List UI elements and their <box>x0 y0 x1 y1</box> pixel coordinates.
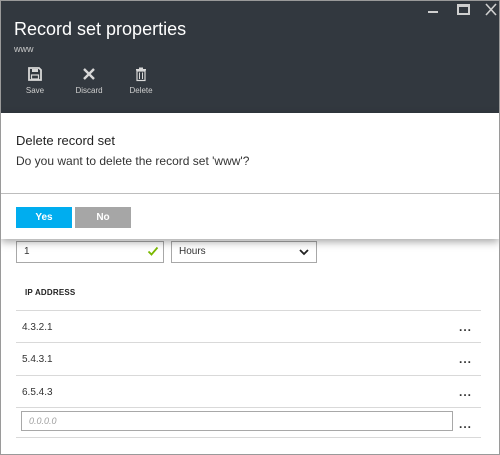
delete-button[interactable]: Delete <box>119 65 163 95</box>
new-ip-address-input[interactable] <box>21 411 453 431</box>
more-options-button[interactable]: ... <box>459 320 472 334</box>
ttl-unit-value: Hours <box>179 246 206 257</box>
ttl-field[interactable]: 1 <box>16 241 164 263</box>
record-set-properties-blade: Record set properties www Save Discard D… <box>0 0 500 455</box>
maximize-icon <box>457 4 470 15</box>
delete-label: Delete <box>129 86 153 95</box>
ip-address-value: 5.4.3.1 <box>22 354 53 365</box>
minimize-icon <box>428 11 438 13</box>
minimize-button[interactable] <box>428 3 438 13</box>
dialog-message: Do you want to delete the record set 'ww… <box>16 154 250 168</box>
trash-icon <box>136 67 146 82</box>
ttl-value: 1 <box>24 246 30 257</box>
ip-address-row: 6.5.4.3 ... <box>16 375 481 407</box>
ip-address-column-header: IP ADDRESS <box>25 288 76 297</box>
discard-icon <box>83 68 95 80</box>
maximize-button[interactable] <box>457 3 470 15</box>
chevron-down-icon <box>299 249 309 256</box>
more-options-button[interactable]: ... <box>459 352 472 366</box>
save-button[interactable]: Save <box>13 65 57 95</box>
ip-address-row: 5.4.3.1 ... <box>16 342 481 374</box>
discard-button[interactable]: Discard <box>67 65 111 95</box>
discard-label: Discard <box>75 86 103 95</box>
ip-address-row: 4.3.2.1 ... <box>16 310 481 342</box>
no-button[interactable]: No <box>75 207 131 228</box>
save-icon <box>28 67 42 81</box>
yes-button[interactable]: Yes <box>16 207 72 228</box>
ip-address-value: 4.3.2.1 <box>22 322 53 333</box>
more-options-button[interactable]: ... <box>459 417 472 431</box>
blade-header: Record set properties www Save Discard D… <box>1 1 499 113</box>
ttl-unit-dropdown[interactable]: Hours <box>171 241 317 263</box>
blade-subtitle: www <box>14 44 34 54</box>
checkmark-icon <box>147 246 159 256</box>
delete-confirmation-dialog: Delete record set Do you want to delete … <box>1 113 499 239</box>
close-button[interactable] <box>485 3 497 18</box>
close-icon <box>485 3 497 16</box>
dialog-title: Delete record set <box>16 133 115 148</box>
blade-title: Record set properties <box>14 19 187 39</box>
save-label: Save <box>25 86 45 95</box>
more-options-button[interactable]: ... <box>459 385 472 399</box>
ip-address-value: 6.5.4.3 <box>22 387 53 398</box>
dialog-divider <box>1 193 499 194</box>
new-ip-address-row: ... <box>16 407 481 438</box>
